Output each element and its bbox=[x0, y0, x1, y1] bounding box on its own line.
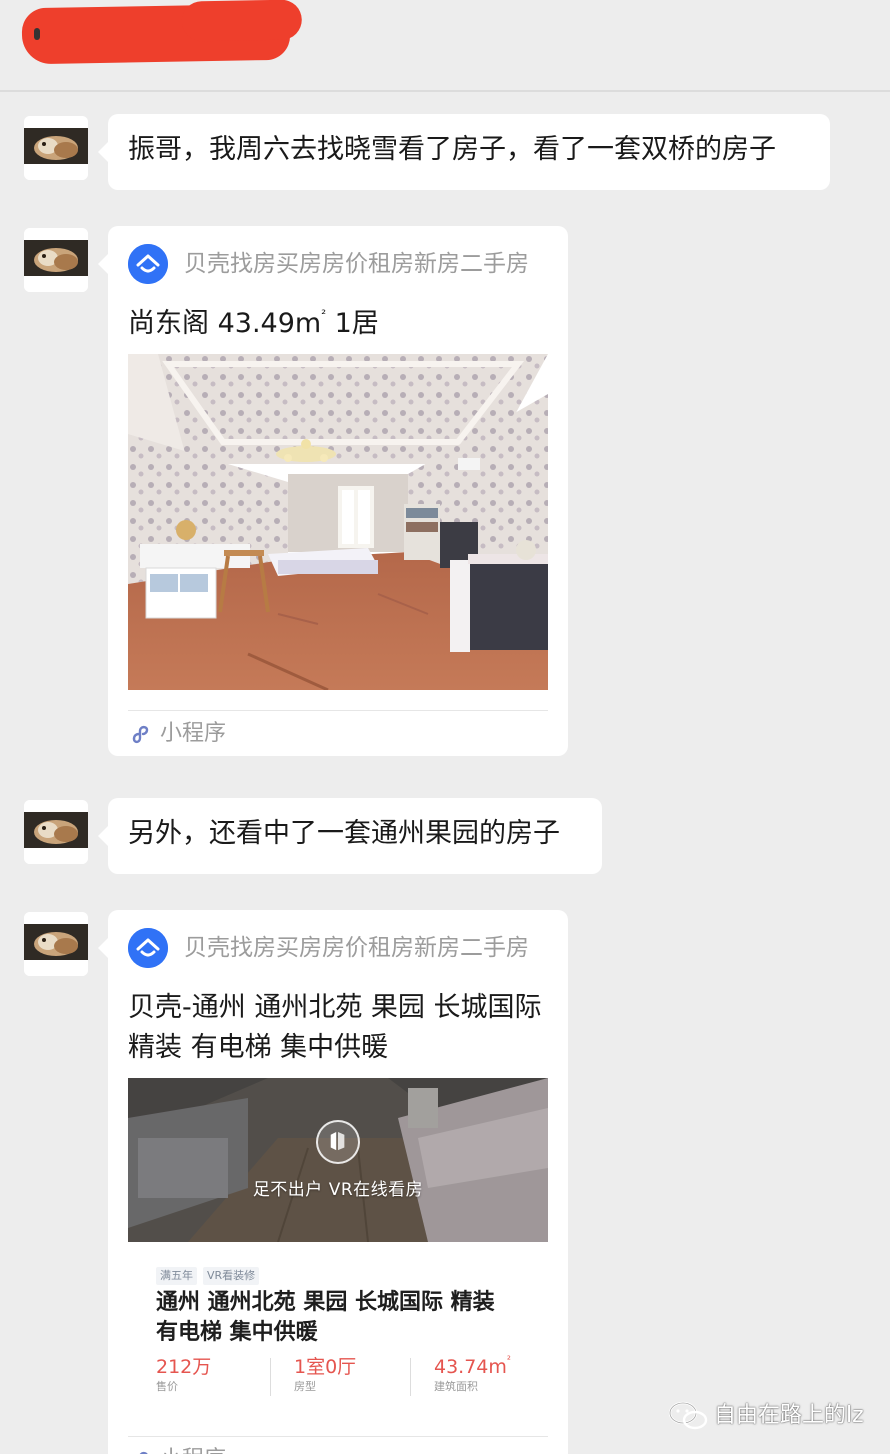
vr-play-icon bbox=[316, 1120, 360, 1164]
chat-header bbox=[0, 0, 890, 92]
card-title-tail: 1居 bbox=[326, 308, 379, 339]
avatar[interactable] bbox=[24, 800, 88, 864]
vr-preview-image[interactable]: 足不出户 VR在线看房 bbox=[128, 1078, 548, 1242]
card-brand-name: 贝壳找房买房房价租房新房二手房 bbox=[184, 251, 529, 277]
card-brand-name: 贝壳找房买房房价租房新房二手房 bbox=[184, 935, 529, 961]
cat-avatar-icon bbox=[24, 228, 88, 292]
stat-value: 1室0厅 bbox=[294, 1356, 357, 1378]
message-bubble-3[interactable]: 另外，还看中了一套通州果园的房子 bbox=[98, 798, 602, 874]
card-header: 贝壳找房买房房价租房新房二手房 bbox=[128, 928, 548, 968]
stat-label: 售价 bbox=[156, 1380, 178, 1393]
stat-value-sup: ² bbox=[506, 1355, 511, 1366]
wechat-official-account-icon bbox=[668, 1401, 708, 1430]
avatar[interactable] bbox=[24, 912, 88, 976]
watermark-text: 自由在路上的lz bbox=[714, 1403, 864, 1428]
listing-stats: 212万 售价 1室0厅 房型 43.74m² 建筑面积 bbox=[156, 1354, 516, 1406]
listing-title: 通州 通州北苑 果园 长城国际 精装 有电梯 集中供暖 bbox=[156, 1290, 495, 1345]
mini-program-card-1[interactable]: 贝壳找房买房房价租房新房二手房 尚东阁 43.49m² 1居 小程序 bbox=[98, 226, 568, 756]
beike-logo-icon bbox=[128, 244, 168, 284]
listing-tag: VR看装修 bbox=[203, 1267, 260, 1285]
mini-program-label: 小程序 bbox=[160, 721, 227, 746]
cat-avatar-icon bbox=[24, 800, 88, 864]
mini-program-label: 小程序 bbox=[160, 1445, 226, 1454]
card-title: 贝壳-通州 通州北苑 果园 长城国际 精装 有电梯 集中供暖 bbox=[128, 992, 542, 1063]
room-photo bbox=[128, 354, 548, 690]
avatar[interactable] bbox=[24, 116, 88, 180]
stat-divider bbox=[270, 1358, 271, 1396]
mini-program-card-2[interactable]: 贝壳找房买房房价租房新房二手房 贝壳-通州 通州北苑 果园 长城国际 精装 有电… bbox=[98, 910, 568, 1454]
listing-tags: 满五年 VR看装修 bbox=[156, 1264, 265, 1285]
message-text: 另外，还看中了一套通州果园的房子 bbox=[128, 818, 560, 849]
watermark: 自由在路上的lz bbox=[668, 1396, 888, 1436]
stat-area: 43.74m² 建筑面积 bbox=[434, 1354, 511, 1400]
stat-value: 212万 bbox=[156, 1356, 212, 1378]
vr-caption: 足不出户 VR在线看房 bbox=[252, 1180, 424, 1200]
stat-divider bbox=[410, 1358, 411, 1396]
stat-value: 43.74m bbox=[434, 1356, 507, 1378]
message-bubble-1[interactable]: 振哥，我周六去找晓雪看了房子，看了一套双桥的房子 bbox=[98, 114, 830, 190]
message-text: 振哥，我周六去找晓雪看了房子，看了一套双桥的房子 bbox=[128, 134, 776, 165]
beike-logo-icon bbox=[128, 928, 168, 968]
avatar[interactable] bbox=[24, 228, 88, 292]
listing-tag: 满五年 bbox=[156, 1267, 197, 1285]
cat-avatar-icon bbox=[24, 912, 88, 976]
cat-avatar-icon bbox=[24, 116, 88, 180]
vr-overlay: 足不出户 VR在线看房 bbox=[128, 1078, 548, 1242]
stat-price: 212万 售价 bbox=[156, 1354, 211, 1400]
mini-program-icon bbox=[132, 725, 149, 744]
card-footer: 小程序 bbox=[128, 710, 548, 754]
stat-layout: 1室0厅 房型 bbox=[294, 1354, 356, 1400]
header-back-mark bbox=[34, 28, 40, 40]
mini-program-icon bbox=[139, 1451, 148, 1454]
card-header: 贝壳找房买房房价租房新房二手房 bbox=[128, 244, 548, 284]
stat-label: 建筑面积 bbox=[434, 1380, 478, 1393]
redacted-contact-name bbox=[21, 3, 291, 65]
stat-label: 房型 bbox=[294, 1380, 316, 1393]
card-footer: 小程序 bbox=[128, 1436, 548, 1454]
card-title-main: 尚东阁 43.49m bbox=[128, 308, 322, 339]
card-title: 尚东阁 43.49m² 1居 bbox=[128, 304, 548, 344]
